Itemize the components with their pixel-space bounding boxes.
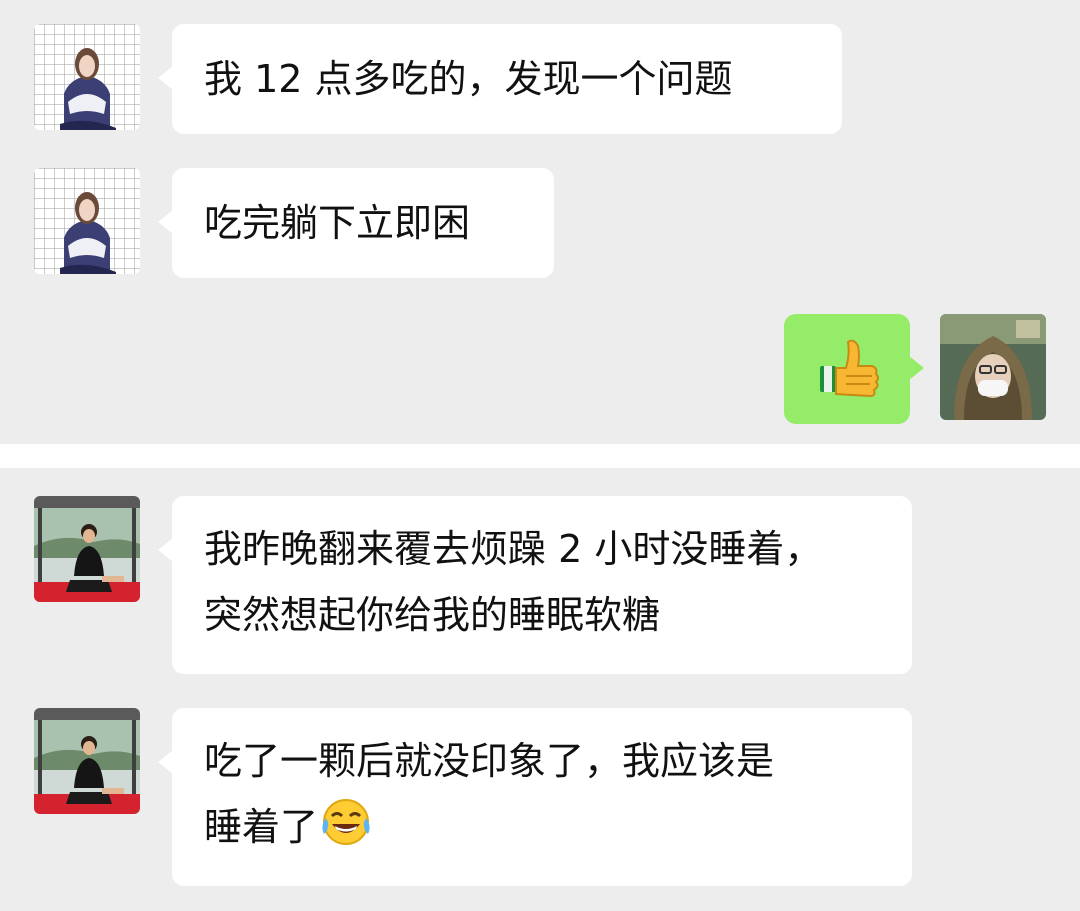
self-avatar[interactable] — [940, 314, 1046, 420]
message-bubble[interactable]: 我 12 点多吃的，发现一个问题 — [158, 24, 842, 134]
contact-avatar[interactable] — [34, 496, 140, 602]
contact-avatar[interactable] — [34, 168, 140, 274]
contact-avatar[interactable] — [34, 24, 140, 130]
message-text-line: 突然想起你给我的睡眠软糖 — [204, 593, 661, 637]
message-bubble[interactable]: 我昨晚翻来覆去烦躁 2 小时没睡着， 突然想起你给我的睡眠软糖 — [158, 496, 912, 674]
thumbs-up-icon — [820, 339, 879, 398]
chat-panel-bottom: 我昨晚翻来覆去烦躁 2 小时没睡着， 突然想起你给我的睡眠软糖 吃了一颗后就没印… — [0, 468, 1080, 911]
message-text-line: 吃了一颗后就没印象了，我应该是 — [204, 739, 775, 783]
message-text: 睡着了 — [204, 805, 319, 849]
message-text: 我 12 点多吃的，发现一个问题 — [204, 57, 733, 101]
tears-of-joy-icon — [318, 796, 374, 868]
contact-avatar[interactable] — [34, 708, 140, 814]
message-text-line: 我昨晚翻来覆去烦躁 2 小时没睡着， — [204, 527, 823, 571]
message-text-line: 睡着了 — [204, 794, 880, 868]
message-bubble[interactable]: 吃完躺下立即困 — [158, 168, 554, 278]
message-text: 吃完躺下立即困 — [204, 201, 471, 245]
chat-panel-top: 我 12 点多吃的，发现一个问题 吃完躺下立即困 — [0, 0, 1080, 444]
message-bubble[interactable]: 吃了一颗后就没印象了，我应该是 睡着了 — [158, 708, 912, 886]
message-bubble-outgoing[interactable] — [784, 314, 924, 424]
